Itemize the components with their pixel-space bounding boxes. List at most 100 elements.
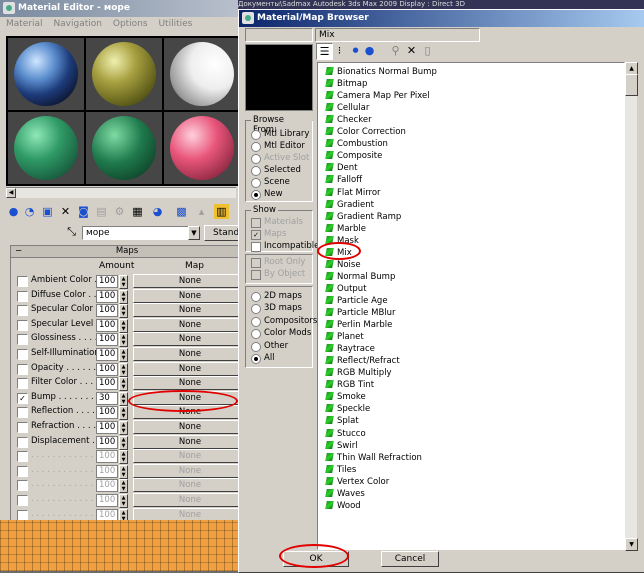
slots-horizontal-scrollbar[interactable]: ◀ [6, 187, 236, 198]
browse-from-radio[interactable] [251, 154, 261, 164]
map-list-item[interactable]: Bionatics Normal Bump [325, 66, 437, 78]
map-list-item[interactable]: Flat Mirror [325, 187, 381, 199]
show-checkbox[interactable] [251, 242, 261, 252]
map-amount-field[interactable]: 100 [96, 479, 118, 493]
map-amount-field[interactable]: 100 [96, 348, 118, 361]
map-list-item[interactable]: Mix [325, 247, 352, 259]
map-amount-field[interactable]: 100 [96, 435, 118, 449]
map-list-item[interactable]: Smoke [325, 391, 366, 403]
chevron-down-icon[interactable]: ▼ [188, 226, 200, 240]
map-list-item[interactable]: Falloff [325, 174, 362, 186]
sample-slot-3[interactable] [164, 38, 240, 110]
map-filter-radio[interactable] [251, 341, 261, 352]
update-scene-materials-icon[interactable]: ⚲ [388, 43, 403, 58]
browse-from-radio[interactable] [251, 130, 261, 140]
amount-spinner-icon[interactable]: ▲ ▼ [119, 333, 128, 348]
material-id-icon[interactable]: ▦ [130, 204, 145, 219]
browser-path-field[interactable] [245, 28, 313, 42]
browser-search-field[interactable]: Mix [315, 28, 480, 42]
maps-rollout-header[interactable]: − Maps [11, 246, 243, 258]
map-enable-checkbox[interactable] [17, 509, 28, 521]
amount-spinner-icon[interactable]: ▲ ▼ [119, 406, 128, 421]
amount-spinner-icon[interactable]: ▲ ▼ [119, 275, 128, 289]
map-enable-checkbox[interactable] [17, 495, 28, 506]
go-forward-to-sibling-icon[interactable]: ▥ [214, 204, 229, 219]
put-to-library-icon[interactable]: ▤ [94, 204, 109, 219]
map-slot-button[interactable]: None [133, 493, 247, 507]
map-list-item[interactable]: RGB Multiply [325, 367, 392, 379]
map-list-item[interactable]: Dent [325, 162, 358, 174]
ok-button[interactable]: OK [283, 551, 349, 567]
scrollbar-thumb[interactable] [625, 74, 638, 96]
map-list-item[interactable]: Normal Bump [325, 271, 395, 283]
amount-spinner-icon[interactable]: ▲ ▼ [119, 348, 128, 362]
map-slot-button[interactable]: None [133, 449, 247, 464]
put-to-scene-icon[interactable]: ◔ [22, 204, 37, 219]
map-enable-checkbox[interactable] [17, 378, 28, 390]
sample-slot-4[interactable] [8, 112, 84, 184]
map-filter-radio[interactable] [251, 316, 261, 327]
map-filter-radio[interactable] [251, 354, 261, 364]
map-list-item[interactable]: Planet [325, 331, 364, 343]
map-enable-checkbox[interactable] [17, 305, 28, 317]
map-enable-checkbox[interactable] [17, 290, 28, 302]
show-extra-checkbox[interactable] [251, 270, 261, 280]
browse-from-radio[interactable] [251, 142, 261, 152]
browser-titlebar[interactable]: Material/Map Browser [239, 10, 644, 27]
map-list-item[interactable]: Splat [325, 415, 359, 427]
map-slot-button[interactable]: None [133, 376, 247, 391]
map-list-item[interactable]: Combustion [325, 138, 388, 150]
amount-spinner-icon[interactable]: ▲ ▼ [119, 289, 128, 304]
map-list-item[interactable]: Color Correction [325, 126, 406, 138]
amount-spinner-icon[interactable]: ▲ ▼ [119, 464, 128, 479]
map-list-item[interactable]: Thin Wall Refraction [325, 452, 422, 464]
clear-library-icon[interactable]: ▯ [420, 43, 435, 58]
map-list-item[interactable]: Mask [325, 235, 359, 247]
show-end-result-icon[interactable]: ▩ [174, 204, 189, 219]
map-amount-field[interactable]: 100 [96, 333, 118, 347]
map-list[interactable]: Bionatics Normal Bump Bitmap Camera Map Pe… [317, 62, 625, 550]
map-list-item[interactable]: Vertex Color [325, 476, 389, 488]
amount-spinner-icon[interactable]: ▲ ▼ [119, 362, 128, 377]
map-list-item[interactable]: Checker [325, 114, 372, 126]
map-list-scrollbar[interactable]: ▲ ▼ [625, 62, 638, 551]
map-slot-button[interactable]: None [133, 361, 247, 376]
sample-slot-6[interactable] [164, 112, 240, 184]
browse-from-radio[interactable] [251, 190, 261, 200]
map-amount-field[interactable]: 100 [96, 275, 118, 288]
show-extra-checkbox[interactable] [251, 258, 261, 268]
reset-map-icon[interactable]: ✕ [58, 204, 73, 219]
map-list-item[interactable]: Output [325, 283, 367, 295]
map-slot-button[interactable]: None [133, 347, 247, 361]
go-to-parent-icon[interactable]: ▴ [194, 204, 209, 219]
map-slot-button[interactable]: None [133, 405, 247, 420]
map-amount-field[interactable]: 100 [96, 318, 118, 332]
show-map-in-viewport-icon[interactable]: ◕ [150, 204, 165, 219]
map-filter-radio[interactable] [251, 329, 261, 340]
map-list-item[interactable]: Noise [325, 259, 361, 271]
map-slot-button[interactable]: None [133, 288, 247, 303]
map-amount-field[interactable]: 100 [96, 464, 118, 478]
material-editor-titlebar[interactable]: Material Editor - море [0, 0, 240, 17]
amount-spinner-icon[interactable]: ▲ ▼ [119, 479, 128, 494]
map-list-item[interactable]: Swirl [325, 440, 358, 452]
scroll-down-arrow-icon[interactable]: ▼ [625, 538, 638, 551]
browse-from-radio[interactable] [251, 166, 261, 176]
map-list-item[interactable]: Camera Map Per Pixel [325, 90, 430, 102]
map-slot-button[interactable]: None [133, 478, 247, 493]
map-slot-button[interactable]: None [133, 463, 247, 478]
amount-spinner-icon[interactable]: ▲ ▼ [119, 450, 128, 465]
map-list-item[interactable]: Particle Age [325, 295, 388, 307]
get-material-icon[interactable]: ● [6, 204, 21, 219]
map-list-item[interactable]: Raytrace [325, 343, 375, 355]
menu-options[interactable]: Options [113, 19, 148, 29]
map-amount-field[interactable]: 100 [96, 377, 118, 391]
amount-spinner-icon[interactable]: ▲ ▼ [119, 377, 128, 392]
map-list-item[interactable]: Gradient [325, 199, 374, 211]
sample-slot-5[interactable] [86, 112, 162, 184]
map-enable-checkbox[interactable] [17, 451, 28, 463]
map-enable-checkbox[interactable] [17, 363, 28, 375]
menu-material[interactable]: Material [6, 19, 43, 29]
map-amount-field[interactable]: 30 [96, 391, 118, 405]
view-list-icons-icon[interactable]: ⁝ [332, 43, 347, 58]
